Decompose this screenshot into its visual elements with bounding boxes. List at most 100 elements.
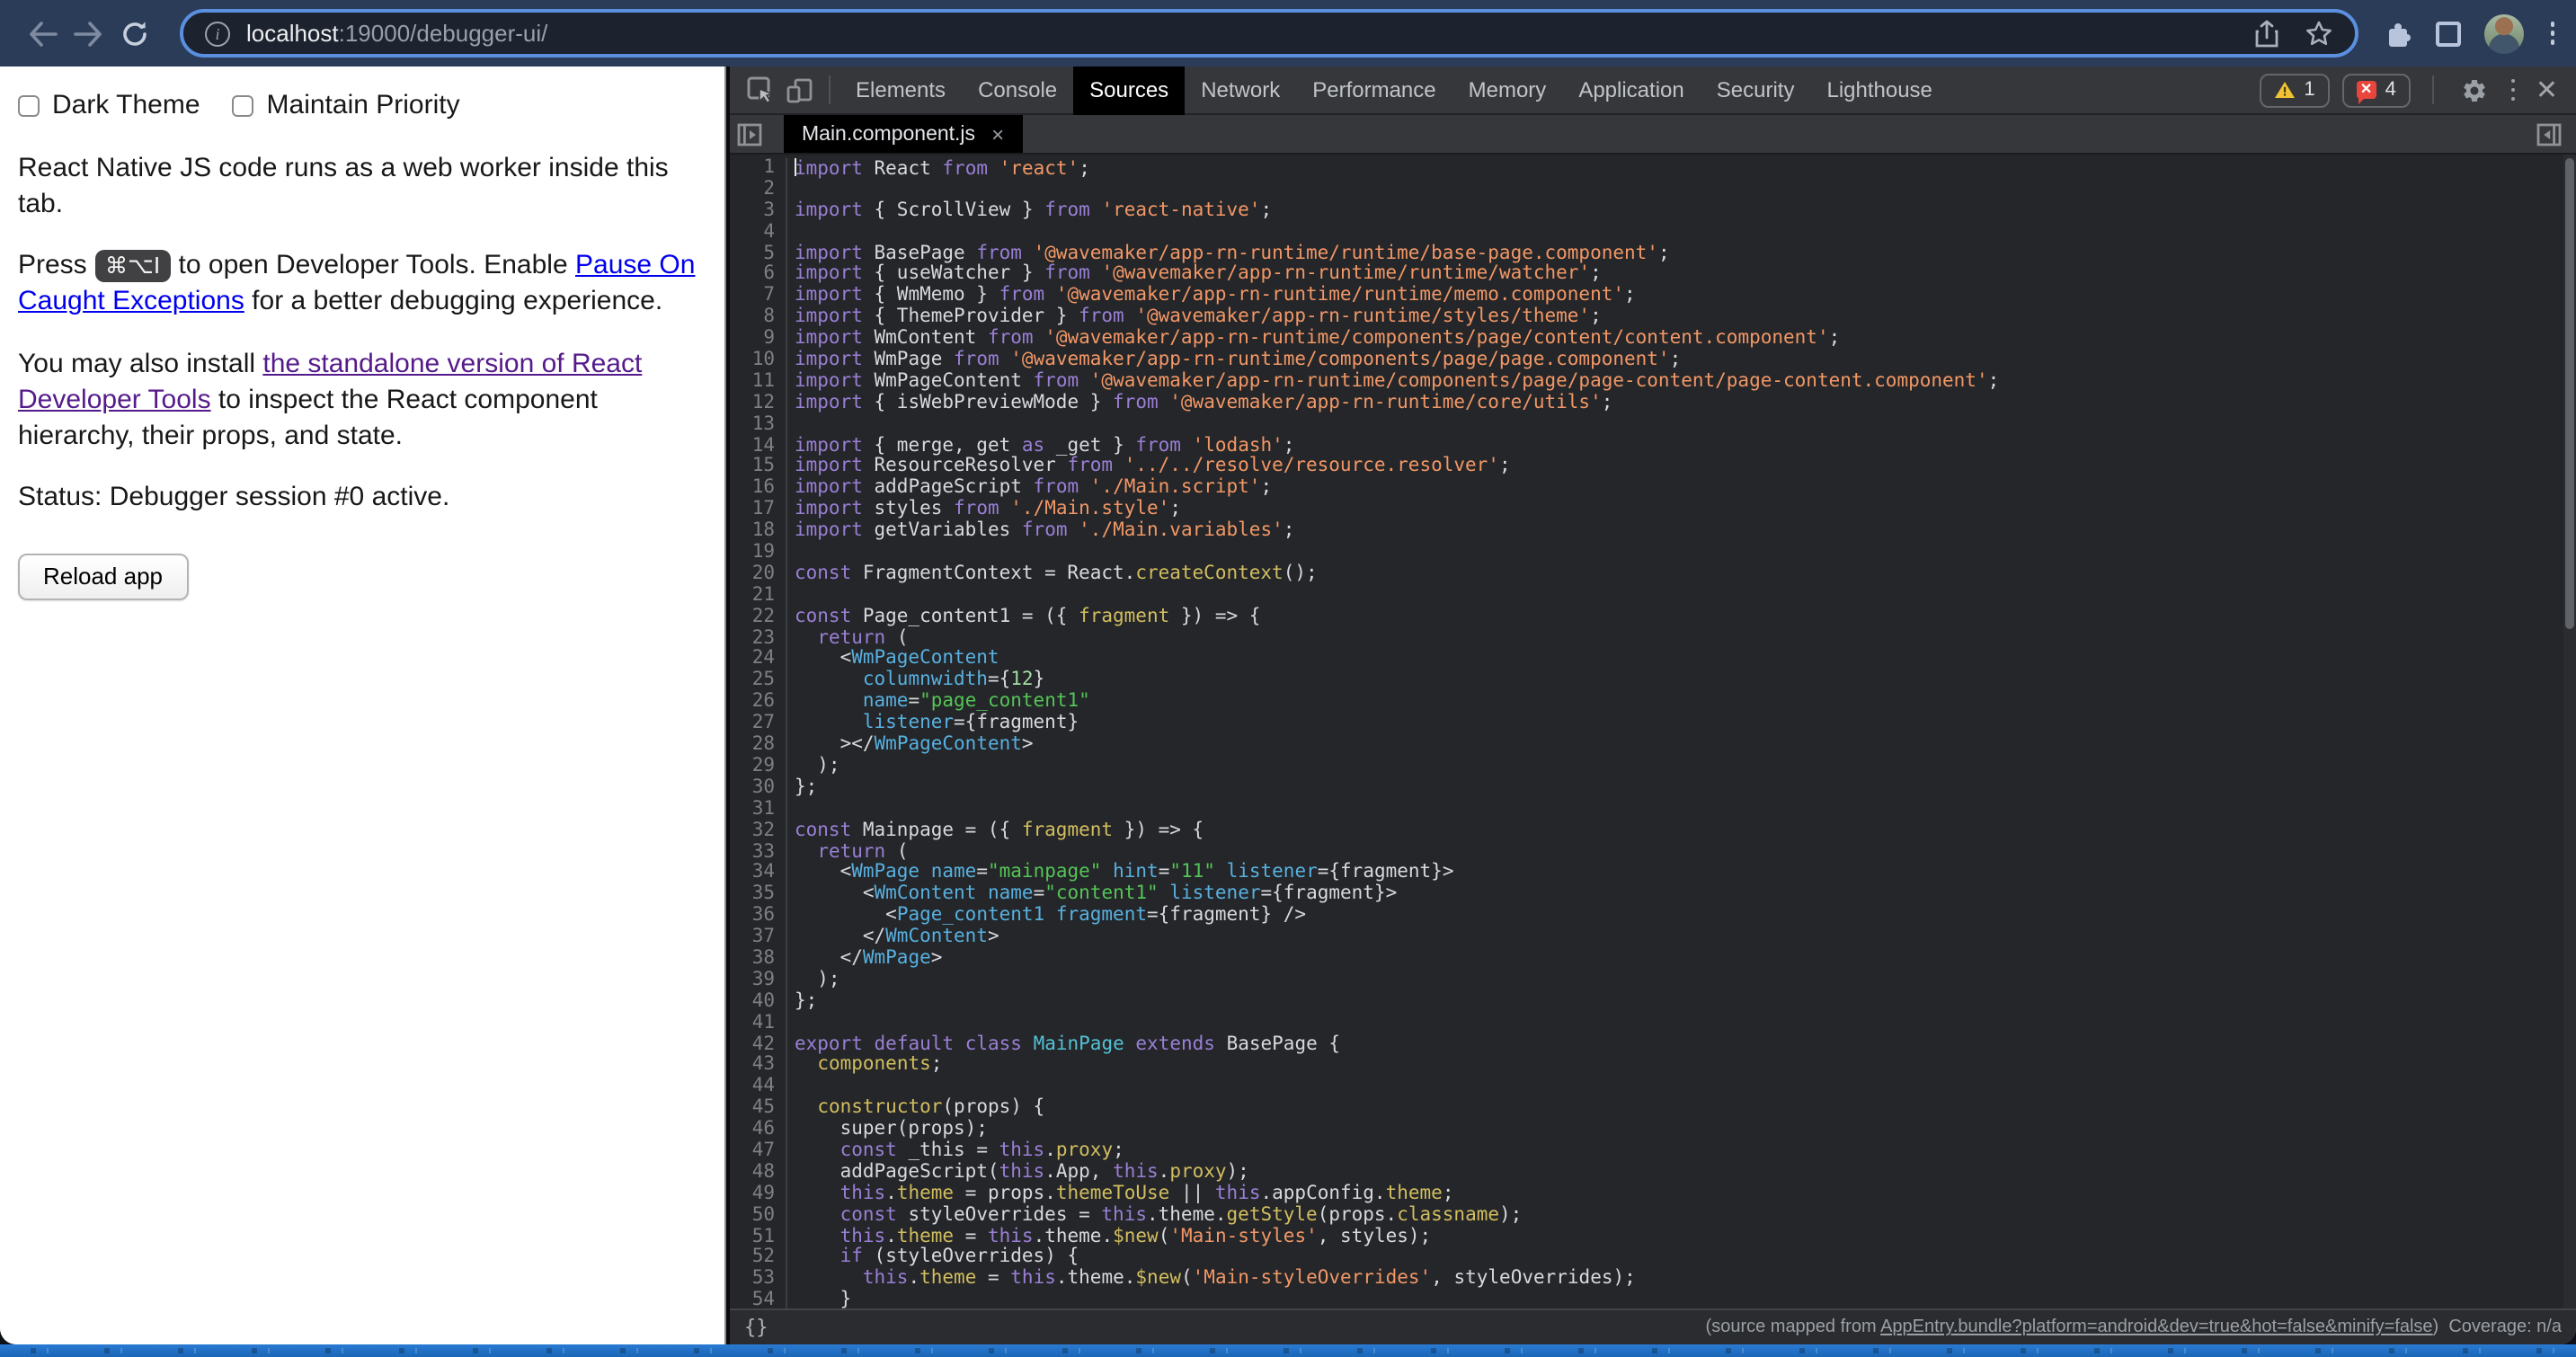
code-line[interactable]: 40}; [730,991,2576,1013]
code-line[interactable]: 23 return ( [730,628,2576,650]
code-line[interactable]: 54 } [730,1290,2576,1308]
url-bar[interactable]: i localhost:19000/debugger-ui/ [180,9,2358,58]
tab-security[interactable]: Security [1701,66,1811,114]
code-line[interactable]: 51 this.theme = this.theme.$new('Main-st… [730,1227,2576,1248]
line-number[interactable]: 50 [730,1205,787,1227]
line-number[interactable]: 28 [730,735,787,757]
line-number[interactable]: 15 [730,457,787,479]
line-number[interactable]: 25 [730,671,787,693]
line-number[interactable]: 18 [730,521,787,543]
line-number[interactable]: 20 [730,564,787,586]
code-line[interactable]: 34 <WmPage name="mainpage" hint="11" lis… [730,864,2576,885]
line-number[interactable]: 8 [730,307,787,329]
line-number[interactable]: 23 [730,628,787,650]
line-number[interactable]: 16 [730,479,787,501]
line-number[interactable]: 36 [730,906,787,927]
file-tab-close-icon[interactable]: × [991,121,1004,146]
line-number[interactable]: 42 [730,1034,787,1056]
code-line[interactable]: 38 </WmPage> [730,949,2576,971]
code-line[interactable]: 26 name="page_content1" [730,693,2576,714]
tab-memory[interactable]: Memory [1452,66,1563,114]
browser-menu-icon[interactable] [2546,19,2558,49]
show-debugger-sidebar-icon[interactable] [2529,114,2569,154]
code-line[interactable]: 52 if (styleOverrides) { [730,1248,2576,1270]
line-number[interactable]: 9 [730,329,787,350]
line-number[interactable]: 5 [730,244,787,265]
code-line[interactable]: 49 this.theme = props.themeToUse || this… [730,1184,2576,1206]
line-number[interactable]: 32 [730,820,787,842]
line-number[interactable]: 24 [730,650,787,671]
profile-avatar[interactable] [2483,13,2523,53]
tab-application[interactable]: Application [1562,66,1700,114]
tab-lighthouse[interactable]: Lighthouse [1810,66,1948,114]
tab-console[interactable]: Console [962,66,1073,114]
line-number[interactable]: 1 [730,158,787,180]
line-number[interactable]: 27 [730,714,787,735]
code-line[interactable]: 15import ResourceResolver from '../../re… [730,457,2576,479]
device-toolbar-icon[interactable] [780,70,820,110]
code-line[interactable]: 9import WmContent from '@wavemaker/app-r… [730,329,2576,350]
tab-network[interactable]: Network [1185,66,1296,114]
line-number[interactable]: 46 [730,1120,787,1141]
code-line[interactable]: 45 constructor(props) { [730,1098,2576,1120]
line-number[interactable]: 54 [730,1290,787,1308]
line-number[interactable]: 47 [730,1141,787,1163]
line-number[interactable]: 6 [730,265,787,287]
code-line[interactable]: 17import styles from './Main.style'; [730,501,2576,522]
code-line[interactable]: 48 addPageScript(this.App, this.proxy); [730,1163,2576,1184]
line-number[interactable]: 41 [730,1013,787,1034]
line-number[interactable]: 45 [730,1098,787,1120]
line-number[interactable]: 48 [730,1163,787,1184]
code-line[interactable]: 36 <Page_content1 fragment={fragment} /> [730,906,2576,927]
devtools-menu-icon[interactable] [2508,75,2519,105]
site-info-icon[interactable]: i [205,21,230,46]
code-line[interactable]: 30}; [730,778,2576,800]
line-number[interactable]: 34 [730,864,787,885]
code-line[interactable]: 41 [730,1013,2576,1034]
code-line[interactable]: 4 [730,222,2576,244]
share-icon[interactable] [2253,19,2278,48]
line-number[interactable]: 17 [730,501,787,522]
warning-count-badge[interactable]: 1 [2259,73,2329,107]
code-line[interactable]: 25 columnwidth={12} [730,671,2576,693]
code-line[interactable]: 21 [730,586,2576,608]
line-number[interactable]: 51 [730,1227,787,1248]
line-number[interactable]: 37 [730,927,787,949]
editor-scrollbar[interactable] [2563,155,2576,1308]
forward-button[interactable] [65,10,111,57]
maintain-priority-checkbox[interactable] [233,95,254,117]
back-button[interactable] [18,10,65,57]
line-number[interactable]: 14 [730,436,787,457]
pretty-print-icon[interactable]: {} [744,1316,768,1339]
code-line[interactable]: 13 [730,414,2576,436]
line-number[interactable]: 26 [730,693,787,714]
code-line[interactable]: 2 [730,180,2576,201]
code-line[interactable]: 33 return ( [730,842,2576,864]
line-number[interactable]: 52 [730,1248,787,1270]
code-line[interactable]: 32const Mainpage = ({ fragment }) => { [730,820,2576,842]
code-line[interactable]: 53 this.theme = this.theme.$new('Main-st… [730,1270,2576,1291]
line-number[interactable]: 53 [730,1270,787,1291]
line-number[interactable]: 22 [730,607,787,628]
code-line[interactable]: 22const Page_content1 = ({ fragment }) =… [730,607,2576,628]
code-line[interactable]: 39 ); [730,971,2576,992]
line-number[interactable]: 11 [730,372,787,394]
line-number[interactable]: 21 [730,586,787,608]
line-number[interactable]: 2 [730,180,787,201]
reload-app-button[interactable]: Reload app [18,554,188,600]
line-number[interactable]: 39 [730,971,787,992]
code-line[interactable]: 19 [730,543,2576,564]
extensions-icon[interactable] [2383,19,2412,48]
code-line[interactable]: 31 [730,799,2576,820]
code-line[interactable]: 43 components; [730,1056,2576,1078]
code-line[interactable]: 14import { merge, get as _get } from 'lo… [730,436,2576,457]
code-line[interactable]: 10import WmPage from '@wavemaker/app-rn-… [730,350,2576,372]
line-number[interactable]: 12 [730,394,787,415]
line-number[interactable]: 3 [730,201,787,223]
code-line[interactable]: 3import { ScrollView } from 'react-nativ… [730,201,2576,223]
code-line[interactable]: 24 <WmPageContent [730,650,2576,671]
code-line[interactable]: 37 </WmContent> [730,927,2576,949]
code-line[interactable]: 46 super(props); [730,1120,2576,1141]
line-number[interactable]: 30 [730,778,787,800]
code-line[interactable]: 20const FragmentContext = React.createCo… [730,564,2576,586]
